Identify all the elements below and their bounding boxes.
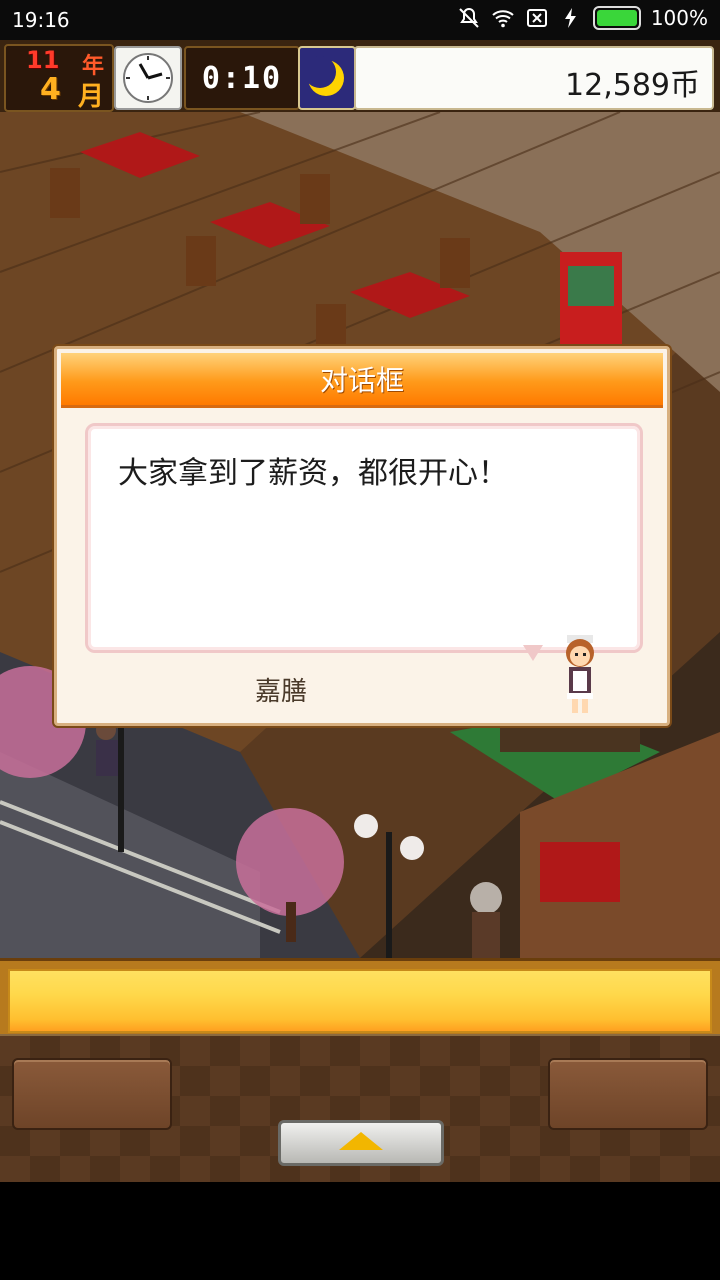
status-bar: 19:16 100%	[0, 0, 720, 40]
info-bar-inner	[8, 969, 712, 1033]
year-number: 11	[26, 46, 60, 74]
clock-icon	[114, 46, 182, 110]
charging-icon	[564, 8, 576, 28]
left-menu-button[interactable]	[12, 1058, 172, 1130]
wifi-icon	[492, 10, 514, 28]
dialog-box[interactable]: 对话框 大家拿到了薪资，都很开心！ 嘉膳	[54, 346, 670, 726]
bottom-panel	[0, 1034, 720, 1182]
game-time: 0:10	[184, 46, 300, 110]
battery-percent: 100%	[650, 6, 708, 30]
sim-icon	[526, 9, 547, 27]
status-time: 19:16	[12, 8, 70, 32]
battery-icon	[592, 6, 641, 30]
speaker-name: 嘉膳	[255, 677, 308, 707]
month-number: 4	[40, 72, 61, 107]
info-bar	[0, 958, 720, 1037]
status-icons: 100%	[457, 6, 708, 30]
money-value: 12,589币	[565, 68, 700, 103]
speech-bubble-tail	[523, 645, 543, 661]
money-display: 12,589币	[354, 46, 714, 110]
month-unit: 月	[78, 82, 105, 112]
speech-bubble: 大家拿到了薪资，都很开心！	[85, 423, 643, 653]
dialog-message: 大家拿到了薪资，都很开心！	[118, 456, 508, 491]
moon-icon	[298, 46, 356, 110]
top-hud: 11 年 4 月 0:10 12,589币	[0, 40, 720, 114]
mute-icon	[459, 7, 479, 28]
arrow-up-icon	[339, 1132, 383, 1150]
dialog-header: 对话框	[61, 353, 663, 408]
right-menu-button[interactable]	[548, 1058, 708, 1130]
date-display[interactable]: 11 年 4 月	[4, 44, 114, 112]
dialog-title: 对话框	[319, 364, 404, 397]
maid-character-icon	[566, 635, 594, 713]
expand-menu-button[interactable]	[278, 1120, 444, 1166]
